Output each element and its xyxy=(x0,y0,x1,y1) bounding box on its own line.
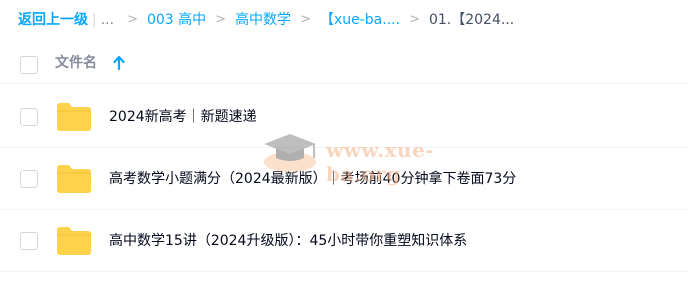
folder-icon xyxy=(57,103,91,131)
column-header-filename[interactable]: 文件名 xyxy=(55,53,97,73)
row-checkbox[interactable] xyxy=(20,170,38,188)
folder-icon xyxy=(57,165,91,193)
file-browser: 返回上一级 | ... > 003 高中 > 高中数学 > 【xue-ba...… xyxy=(0,0,688,287)
sort-ascending-icon[interactable] xyxy=(113,56,125,70)
folder-icon xyxy=(57,227,91,255)
chevron-right-icon: > xyxy=(215,12,227,27)
file-name[interactable]: 2024新高考｜新题速递 xyxy=(109,106,257,128)
chevron-right-icon: > xyxy=(127,12,138,27)
breadcrumb-divider: | xyxy=(92,12,97,28)
breadcrumb-item-math[interactable]: 高中数学 xyxy=(235,10,291,30)
breadcrumb-item-high-school[interactable]: 003 高中 xyxy=(147,10,206,30)
back-link[interactable]: 返回上一级 xyxy=(18,10,88,30)
file-name[interactable]: 高中数学15讲（2024升级版）：45小时带你重塑知识体系 xyxy=(109,230,467,252)
breadcrumb: 返回上一级 | ... > 003 高中 > 高中数学 > 【xue-ba...… xyxy=(18,10,514,30)
chevron-right-icon: > xyxy=(409,12,420,27)
chevron-right-icon: > xyxy=(300,12,311,27)
select-all-checkbox[interactable] xyxy=(20,56,38,74)
row-checkbox[interactable] xyxy=(20,108,38,126)
breadcrumb-item-xueba[interactable]: 【xue-ba.... xyxy=(320,10,400,30)
row-checkbox[interactable] xyxy=(20,232,38,250)
breadcrumb-ellipsis[interactable]: ... xyxy=(101,10,114,30)
table-row[interactable]: 高中数学15讲（2024升级版）：45小时带你重塑知识体系 xyxy=(0,210,688,272)
table-row[interactable]: 2024新高考｜新题速递 xyxy=(0,86,688,148)
file-name[interactable]: 高考数学小题满分（2024最新版）｜考场前40分钟拿下卷面73分 xyxy=(109,168,516,190)
table-header: 文件名 xyxy=(0,44,688,84)
table-row[interactable]: 高考数学小题满分（2024最新版）｜考场前40分钟拿下卷面73分 xyxy=(0,148,688,210)
breadcrumb-current: 01.【2024... xyxy=(428,12,515,28)
